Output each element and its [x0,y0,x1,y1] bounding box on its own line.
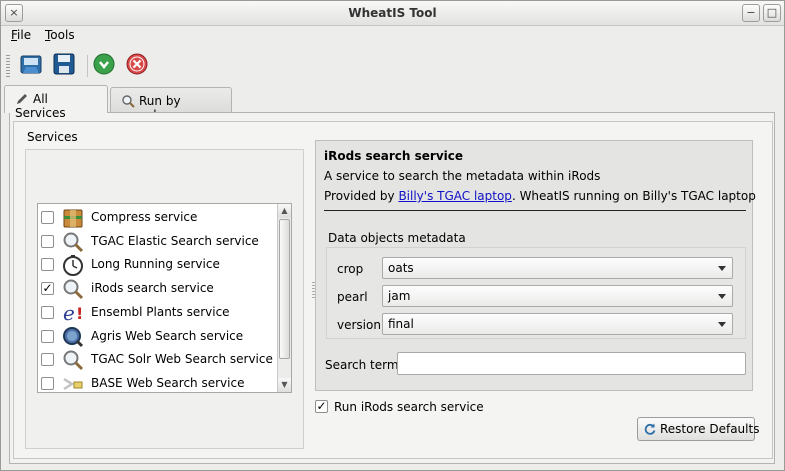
title-bar[interactable]: × WheatIS Tool − □ [1,1,784,26]
list-item[interactable]: Compress service [38,206,278,229]
magnifier-icon [121,94,135,108]
metadata-row-pearl: pearl jam [327,284,747,308]
metadata-row-crop: crop oats [327,256,747,280]
list-item[interactable]: ✓ iRods search service [38,277,278,300]
service-label: iRods search service [91,281,214,296]
run-service-checkbox[interactable]: ✓ [315,400,328,413]
magnifier-icon [62,278,84,300]
scroll-up-arrow[interactable]: ▲ [278,204,291,218]
list-item[interactable]: Agris Web Search service [38,325,278,348]
list-item[interactable]: TGAC Solr Web Search service [38,348,278,371]
pearl-select[interactable]: jam [382,285,733,307]
magnifier-icon [62,349,84,371]
maximize-window-button[interactable]: □ [763,4,781,22]
chevron-down-icon [718,294,726,299]
service-label: Ensembl Plants service [91,304,230,319]
service-label: Compress service [91,210,198,224]
metadata-row-version: version final [327,312,747,336]
list-item[interactable]: e! Ensembl Plants service [38,301,278,325]
minimize-window-button[interactable]: − [742,4,760,22]
services-panel: Services Compress service TGAC Elastic Se… [13,121,773,459]
svg-text:e: e [63,302,75,324]
version-select[interactable]: final [382,313,733,335]
menu-file[interactable]: File [11,28,31,42]
service-checkbox[interactable]: ✓ [41,282,54,296]
svg-text:!: ! [76,304,83,323]
run-icon[interactable] [91,51,117,77]
globe-magnifier-icon [62,326,84,348]
service-checkbox[interactable] [41,353,54,367]
pearl-select-value: jam [388,289,411,303]
provider-suffix: . WheatIS running on Billy's TGAC laptop [511,189,756,203]
metadata-key: pearl [337,290,368,304]
tab-run-by-search[interactable]: Run by search [110,87,232,122]
open-icon[interactable] [18,51,44,77]
crop-select-value: oats [388,261,414,275]
main-window: × WheatIS Tool − □ File Tools All Servic… [0,0,785,471]
metadata-group-label: Data objects metadata [328,231,466,245]
service-label: TGAC Solr Web Search service [91,352,273,367]
provider-link[interactable]: Billy's TGAC laptop [398,189,512,203]
list-item[interactable]: TGAC Elastic Search service [38,230,278,253]
services-group: Compress service TGAC Elastic Search serv… [25,149,304,449]
metadata-key: version [337,318,381,332]
search-term-label: Search term [325,358,399,372]
service-checkbox[interactable] [41,258,54,272]
chevron-down-icon [718,266,726,271]
ensembl-e-icon: e! [62,301,84,325]
chevron-down-icon [718,322,726,327]
service-detail-panel: iRods search service A service to search… [315,140,756,391]
metadata-key: crop [337,262,364,276]
service-label: Long Running service [91,257,220,272]
run-service-label[interactable]: Run iRods search service [334,400,484,414]
service-title: iRods search service [324,149,464,163]
window-title: WheatIS Tool [348,6,437,20]
provider-prefix: Provided by [324,189,399,203]
crop-select[interactable]: oats [382,257,733,279]
refresh-icon [643,422,657,436]
restore-defaults-button[interactable]: Restore Defaults [637,417,759,441]
service-provider: Provided by Billy's TGAC laptop. WheatIS… [324,189,756,203]
scrollbar-thumb[interactable] [279,219,290,359]
service-checkbox[interactable] [41,376,54,390]
service-description: A service to search the metadata within … [324,169,601,183]
service-label: TGAC Elastic Search service [91,233,259,248]
service-label: BASE Web Search service [91,375,245,390]
search-term-input[interactable] [397,352,746,375]
restore-defaults-label: Restore Defaults [660,422,760,436]
service-label: Agris Web Search service [91,328,244,343]
menu-tools[interactable]: Tools [45,28,75,42]
base-arrow-icon [62,373,84,395]
toolbar-separator [87,55,88,77]
list-item[interactable]: Long Running service [38,253,278,277]
toolbar [1,47,784,83]
services-list[interactable]: Compress service TGAC Elastic Search serv… [37,203,292,393]
service-checkbox[interactable] [41,234,54,248]
list-item[interactable]: BASE Web Search service [38,372,278,395]
cancel-icon[interactable] [124,51,150,77]
tab-pane-all-services: Services Compress service TGAC Elastic Se… [9,112,775,464]
toolbar-handle[interactable] [6,55,10,77]
service-checkbox[interactable] [41,211,54,224]
divider [324,210,746,211]
service-checkbox[interactable] [41,305,54,319]
pencil-icon [15,92,29,106]
save-icon[interactable] [51,51,77,77]
service-checkbox[interactable] [41,329,54,343]
magnifier-icon [62,231,84,253]
tab-all-services[interactable]: All Services [4,85,108,120]
archive-icon [62,207,84,229]
services-label: Services [27,130,78,144]
stopwatch-icon [62,254,84,277]
services-list-scrollbar[interactable]: ▲ ▼ [277,204,291,392]
tab-bar: All Services Run by search [1,85,784,122]
menu-bar: File Tools [1,26,784,46]
scroll-down-arrow[interactable]: ▼ [278,378,291,392]
version-select-value: final [388,317,414,331]
metadata-group: crop oats pearl jam version final [326,247,746,339]
